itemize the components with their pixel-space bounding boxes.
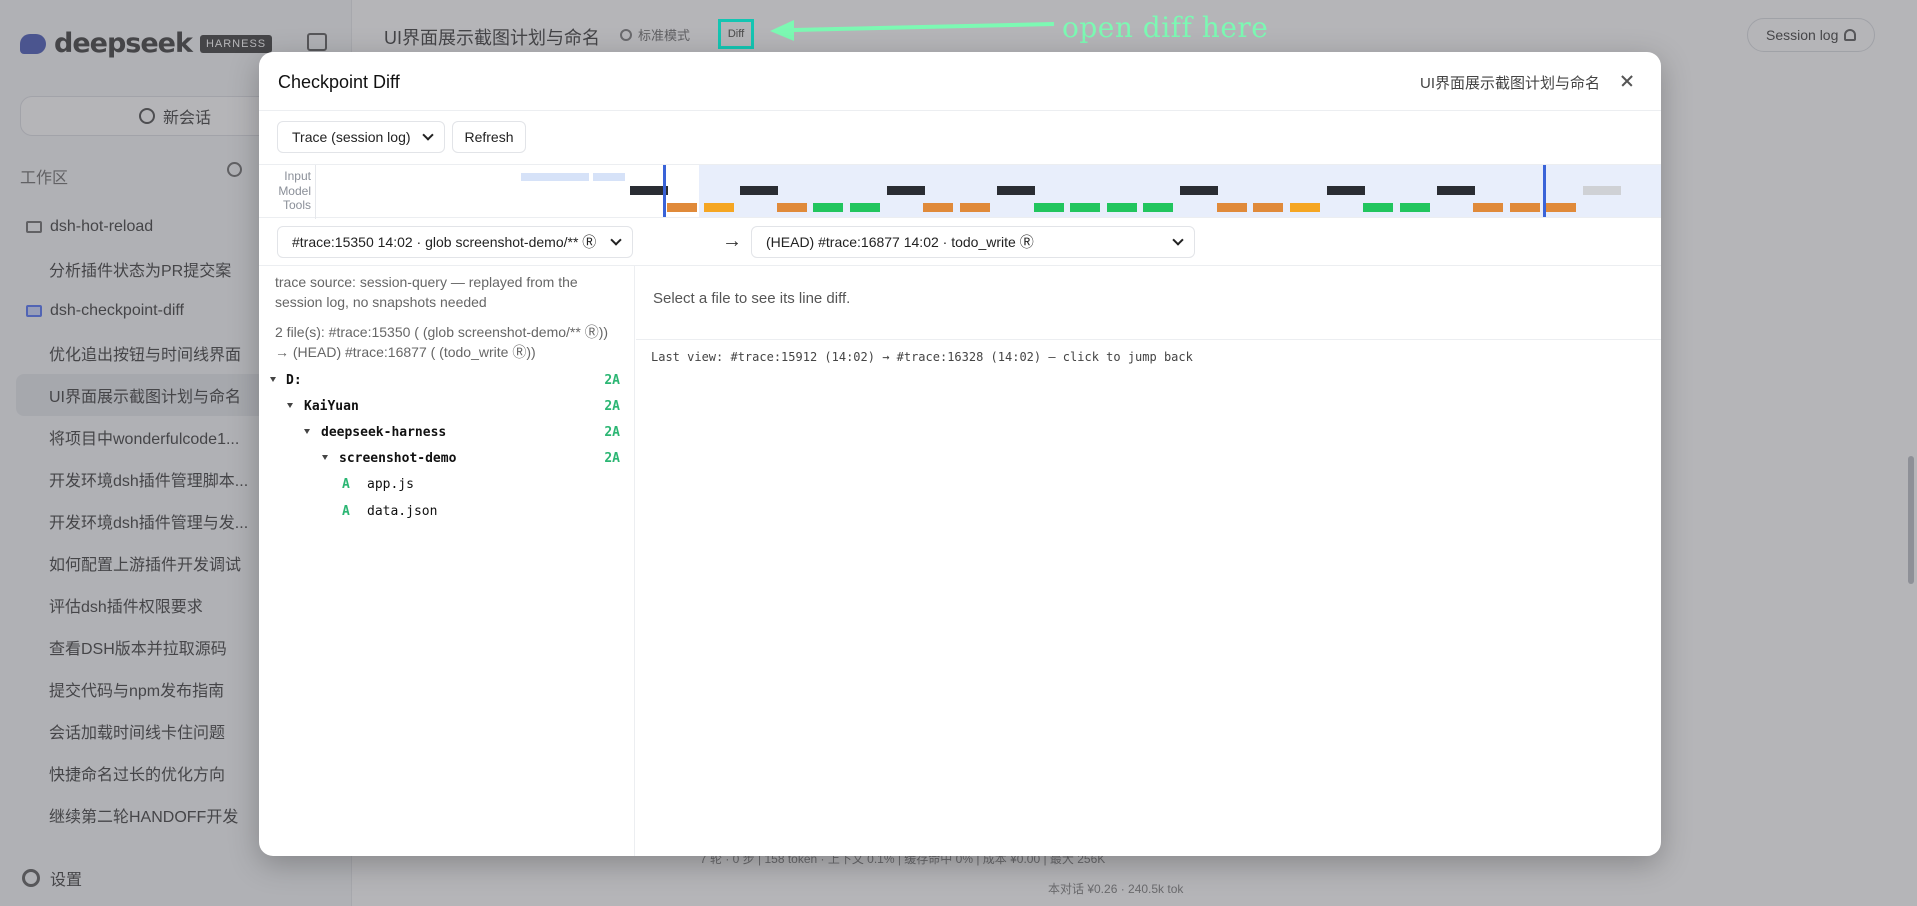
file-summary-text: 2 file(s): #trace:15350 ( (glob screensh… [275,324,609,360]
tool-event [1363,203,1393,212]
tree-file-row[interactable]: A data.json [259,497,635,527]
model-event [630,186,668,195]
trace-mode-value: Trace (session log) [292,129,411,145]
file-status-added: A [342,504,350,519]
model-event [1327,186,1365,195]
model-event [740,186,778,195]
lane-label-model: Model [278,184,311,198]
model-event [1180,186,1218,195]
modal-title: Checkpoint Diff [278,72,400,92]
timeline-start-handle [663,165,666,217]
caret-down-icon [287,403,293,408]
tree-folder-name: deepseek-harness [321,425,447,440]
tool-event [777,203,807,212]
tree-file-name: app.js [367,477,414,492]
tool-event [1253,203,1283,212]
chevron-down-icon [610,234,622,246]
file-status-added: A [342,477,350,492]
trace-source-text: trace source: session-query — replayed f… [275,274,578,310]
caret-down-icon [270,377,276,382]
range-selector-row: #trace:15350 14:02 · glob screenshot-dem… [259,218,1661,266]
tool-event [1217,203,1247,212]
caret-down-icon [322,455,328,460]
close-icon[interactable] [1615,69,1639,93]
modal-header: Checkpoint Diff UI界面展示截图计划与命名 [259,52,1661,111]
tool-event [704,203,734,212]
diff-button-highlight[interactable]: Diff [718,19,754,49]
input-event [521,173,557,181]
tool-event [1290,203,1320,212]
annotation-arrow-icon [770,20,1055,41]
chevron-down-icon [422,129,434,141]
tool-event [1143,203,1173,212]
timeline-end-handle [1543,165,1546,217]
tool-event [1510,203,1540,212]
from-checkpoint-value: #trace:15350 14:02 · glob screenshot-dem… [292,234,597,250]
tree-file-row[interactable]: A app.js [259,470,635,500]
tool-event [850,203,880,212]
tree-change-count: 2A [604,373,620,388]
tree-folder-name: KaiYuan [304,399,359,414]
refresh-button[interactable]: Refresh [452,121,526,153]
diff-divider [636,339,1661,340]
chevron-down-icon [1172,234,1184,246]
tool-event [1107,203,1137,212]
trace-mode-select[interactable]: Trace (session log) [277,121,445,153]
input-event [593,173,625,181]
to-checkpoint-value: (HEAD) #trace:16877 14:02 · todo_write Ⓡ [766,234,1034,250]
tool-event [813,203,843,212]
file-tree-pane: trace source: session-query — replayed f… [259,266,635,856]
empty-diff-hint: Select a file to see its line diff. [653,290,851,307]
model-event [1583,186,1621,195]
model-event [887,186,925,195]
timeline-canvas[interactable] [259,165,1661,219]
tool-event [960,203,990,212]
caret-down-icon [304,429,310,434]
last-view-link[interactable]: Last view: #trace:15912 (14:02) → #trace… [651,350,1193,364]
from-checkpoint-select[interactable]: #trace:15350 14:02 · glob screenshot-dem… [277,226,633,258]
tree-file-name: data.json [367,504,438,519]
tree-change-count: 2A [604,425,620,440]
tool-event [1070,203,1100,212]
to-checkpoint-select[interactable]: (HEAD) #trace:16877 14:02 · todo_write Ⓡ [751,226,1195,258]
lane-label-input: Input [284,169,311,183]
tree-folder-name: screenshot-demo [339,451,457,466]
input-event [557,173,589,181]
tool-event [1546,203,1576,212]
checkpoint-diff-modal: Checkpoint Diff UI界面展示截图计划与命名 Trace (ses… [259,52,1661,856]
tree-change-count: 2A [604,451,620,466]
tree-folder-name: D: [286,373,302,388]
model-event [1437,186,1475,195]
tree-change-count: 2A [604,399,620,414]
modal-toolbar: Trace (session log) Refresh [259,111,1661,164]
trace-timeline[interactable]: Input Model Tools [259,164,1661,219]
tool-event [1034,203,1064,212]
lane-labels: Input Model Tools [259,165,316,219]
tool-event [667,203,697,212]
tool-event [1400,203,1430,212]
diff-pane: Select a file to see its line diff. Last… [636,266,1661,856]
model-event [997,186,1035,195]
tool-event [923,203,953,212]
annotation-label: open diff here [1062,11,1269,44]
tool-event [1473,203,1503,212]
lane-label-tools: Tools [282,198,311,212]
range-arrow: → [722,230,742,252]
modal-subtitle: UI界面展示截图计划与命名 [1419,75,1600,92]
